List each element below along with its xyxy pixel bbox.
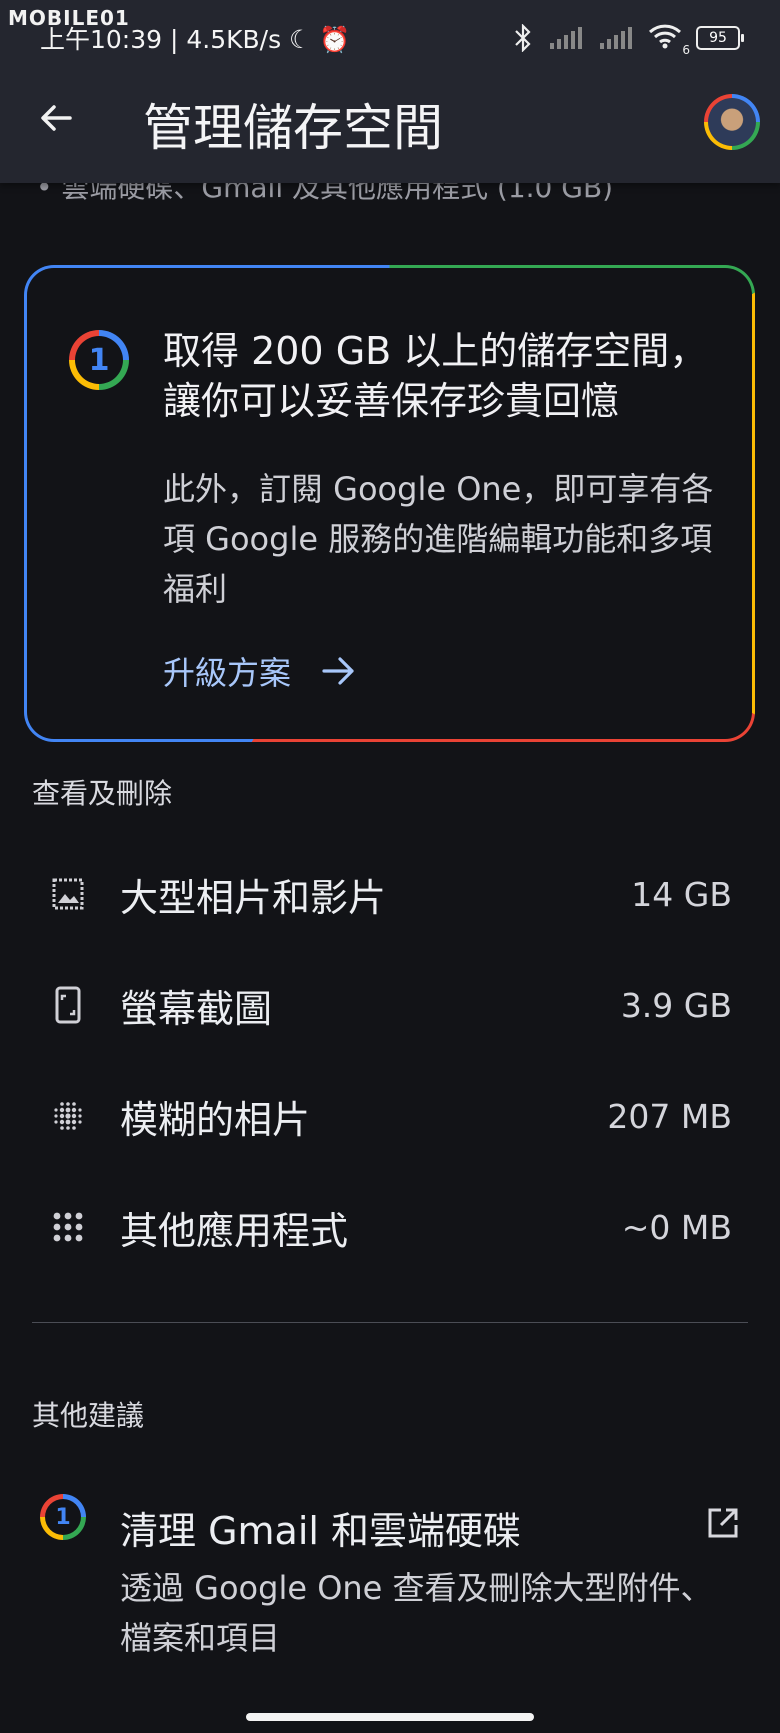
list-item-other-apps[interactable]: 其他應用程式 ~0 MB [0,1177,780,1277]
google-one-logo-icon: 1 [69,330,129,390]
upgrade-plan-link[interactable]: 升級方案 [163,648,357,694]
promo-title: 取得 200 GB 以上的儲存空間，讓你可以妥善保存珍貴回憶 [163,329,708,423]
list-item-blurry-photos[interactable]: 模糊的相片 207 MB [0,1066,780,1166]
top-app-bar: MOBILE01 上午10:39 | 4.5KB/s ☾ ⏰ 6 95 管理儲存… [0,0,780,183]
list-item-label: 大型相片和影片 [120,875,387,920]
suggestions-section-label: 其他建議 [32,1399,145,1432]
apps-grid-icon [53,1212,83,1242]
wifi-indicator: 6 [648,23,690,57]
section-divider [32,1322,748,1323]
account-avatar[interactable] [704,94,760,150]
list-item-size: 3.9 GB [620,985,732,1025]
photo-icon [52,878,84,910]
signal-icon-2 [600,27,632,49]
status-icons: 6 95 [512,22,744,57]
google-one-promo-card: 1 取得 200 GB 以上的儲存空間，讓你可以妥善保存珍貴回憶 此外，訂閱 G… [24,265,755,742]
review-section-label: 查看及刪除 [32,777,173,810]
blur-icon [54,1102,82,1130]
screenshot-icon [55,986,81,1024]
list-item-size: 207 MB [607,1096,732,1136]
list-item-label: 螢幕截圖 [120,986,273,1031]
list-item-size: 14 GB [631,874,732,914]
signal-icon [550,27,582,49]
list-item-label: 模糊的相片 [120,1097,311,1142]
bluetooth-icon [515,24,531,52]
wifi-badge: 6 [682,43,690,57]
promo-description: 此外，訂閱 Google One，即可享有各項 Google 服務的進階編輯功能… [163,470,714,608]
list-item-label: 其他應用程式 [120,1208,349,1253]
list-item-screenshots[interactable]: 螢幕截圖 3.9 GB [0,955,780,1055]
list-item-size: ~0 MB [621,1207,732,1247]
avatar-photo [708,98,756,146]
promo-card-body: 1 取得 200 GB 以上的儲存空間，讓你可以妥善保存珍貴回憶 此外，訂閱 G… [27,268,752,739]
arrow-right-icon [322,657,354,685]
wifi-icon [648,24,682,49]
status-time: 上午10:39 | 4.5KB/s ☾ ⏰ [40,25,351,54]
open-external-icon[interactable] [706,1506,740,1540]
list-item-large-media[interactable]: 大型相片和影片 14 GB [0,844,780,944]
google-one-logo-icon: 1 [40,1494,86,1540]
back-arrow-icon[interactable] [34,96,78,140]
suggestion-description: 透過 Google One 查看及刪除大型附件、檔案和項目 [120,1569,713,1657]
upgrade-plan-label: 升級方案 [163,654,292,692]
page-title: 管理儲存空間 [143,99,443,157]
battery-indicator: 95 [696,26,744,50]
suggestion-title: 清理 Gmail 和雲端硬碟 [120,1509,522,1553]
home-indicator[interactable] [246,1713,534,1721]
